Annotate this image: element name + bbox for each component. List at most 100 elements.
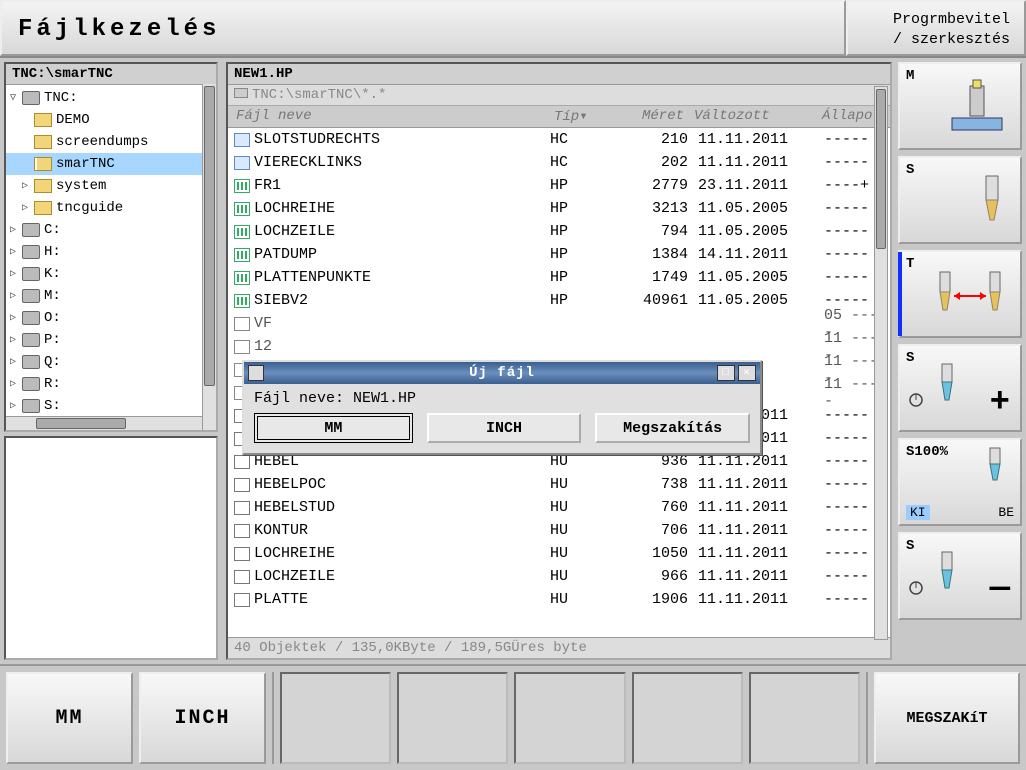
column-headers[interactable]: Fájl neve Típ▾ Méret Változott Állapo (228, 106, 890, 128)
tree-item[interactable]: screendumps (6, 131, 216, 153)
file-row[interactable]: LOCHZEILEHU96611.11.2011----- (228, 565, 890, 588)
tree-item[interactable]: smarTNC (6, 153, 216, 175)
tree-toggle-icon[interactable]: ▷ (10, 290, 22, 302)
file-type: HP (550, 292, 610, 309)
tree-toggle-icon[interactable]: ▷ (10, 246, 22, 258)
file-name: LOCHREIHE (254, 200, 550, 217)
tree-item[interactable]: ▷tncguide (6, 197, 216, 219)
file-size: 706 (610, 522, 688, 539)
file-row[interactable]: HEBELPOCHU73811.11.2011----- (228, 473, 890, 496)
file-size: 760 (610, 499, 688, 516)
file-name: VIERECKLINKS (254, 154, 550, 171)
tree-toggle-icon[interactable]: ▷ (10, 378, 22, 390)
file-row[interactable]: 1211 ----- (228, 335, 890, 358)
file-type-icon (234, 501, 250, 515)
file-row[interactable]: LOCHREIHEHU105011.11.2011----- (228, 542, 890, 565)
spindle-s-button[interactable]: S (898, 156, 1022, 244)
tree-item[interactable]: ▷S: (6, 395, 216, 417)
file-type-icon (234, 455, 250, 469)
file-row[interactable]: LOCHZEILEHP79411.05.2005----- (228, 220, 890, 243)
tree-item[interactable]: ▽TNC: (6, 87, 216, 109)
spindle-minus-button[interactable]: S — (898, 532, 1022, 620)
col-name[interactable]: Fájl neve (228, 106, 550, 127)
dialog-inch-button[interactable]: INCH (427, 413, 582, 443)
file-type: HP (550, 223, 610, 240)
page-title: Fájlkezelés (0, 0, 846, 56)
spindle-plus-button[interactable]: S + (898, 344, 1022, 432)
tree-item-label: R: (44, 376, 61, 392)
drive-icon (22, 289, 40, 303)
tree-item[interactable]: ▷ R: (6, 373, 216, 395)
tree-toggle-icon[interactable]: ▷ (10, 312, 22, 324)
file-date: 11.11.2011 (688, 154, 818, 171)
tree-toggle-icon[interactable]: ▷ (22, 180, 34, 192)
tree-toggle-icon[interactable]: ▷ (10, 356, 22, 368)
tree-item-label: H: (44, 244, 61, 260)
tree-toggle-icon[interactable]: ▷ (22, 202, 34, 214)
tree-scrollbar-vertical[interactable] (202, 84, 216, 430)
file-type: HC (550, 131, 610, 148)
file-date: 11.11.2011 (688, 568, 818, 585)
tree-item[interactable]: ▷Q: (6, 351, 216, 373)
dialog-close-button[interactable]: ✕ (738, 365, 756, 381)
path-filter[interactable]: TNC:\smarTNC\*.* (228, 85, 890, 106)
file-type: HU (550, 591, 610, 608)
spindle-100-button[interactable]: S100% KI BE (898, 438, 1022, 526)
softkey-empty-1 (280, 672, 391, 764)
softkey-empty-3 (514, 672, 625, 764)
dialog-cancel-button[interactable]: Megszakítás (595, 413, 750, 443)
file-row[interactable]: PLATTENPUNKTEHP174911.05.2005----- (228, 266, 890, 289)
tree-item-label: DEMO (56, 112, 90, 128)
machine-m-button[interactable]: M (898, 62, 1022, 150)
tree-item[interactable]: DEMO (6, 109, 216, 131)
tree-item[interactable]: ▷O: (6, 307, 216, 329)
file-name: FR1 (254, 177, 550, 194)
tree-scrollbar-horizontal[interactable] (6, 416, 202, 430)
file-size: 3213 (610, 200, 688, 217)
file-row[interactable]: PATDUMPHP138414.11.2011----- (228, 243, 890, 266)
dialog-mm-button[interactable]: MM (254, 413, 413, 443)
label-be: BE (998, 505, 1014, 520)
file-row[interactable]: PLATTEHU190611.11.2011----- (228, 588, 890, 611)
softkey-cancel[interactable]: MEGSZAKíT (874, 672, 1020, 764)
tree-toggle-icon[interactable]: ▽ (10, 92, 22, 104)
tree-item[interactable]: ▷M: (6, 285, 216, 307)
tree-item[interactable]: ▷K: (6, 263, 216, 285)
file-row[interactable]: VIERECKLINKSHC20211.11.2011----- (228, 151, 890, 174)
file-name: PLATTENPUNKTE (254, 269, 550, 286)
file-row[interactable]: HEBELSTUDHU76011.11.2011----- (228, 496, 890, 519)
tree-toggle-icon[interactable]: ▷ (10, 400, 22, 412)
file-row[interactable]: KONTURHU70611.11.2011----- (228, 519, 890, 542)
tree-item[interactable]: ▷system (6, 175, 216, 197)
file-scrollbar-vertical[interactable] (874, 86, 888, 640)
tree-item[interactable]: ▷ H: (6, 241, 216, 263)
file-name: 12 (254, 338, 550, 355)
file-name: KONTUR (254, 522, 550, 539)
tool-t-button[interactable]: T (898, 250, 1022, 338)
col-type[interactable]: Típ▾ (550, 106, 610, 127)
knob-icon (908, 392, 924, 408)
softkey-inch[interactable]: INCH (139, 672, 266, 764)
tree-item[interactable]: ▷C: (6, 219, 216, 241)
file-row[interactable]: SIEBV2HP4096111.05.2005----- (228, 289, 890, 312)
folder-icon (34, 179, 52, 193)
file-row[interactable]: FR1HP277923.11.2011----+ (228, 174, 890, 197)
file-row[interactable]: VF05 ----- (228, 312, 890, 335)
dialog-titlebar[interactable]: Új fájl □ ✕ (244, 362, 760, 384)
col-size[interactable]: Méret (610, 106, 688, 127)
col-date[interactable]: Változott (688, 106, 818, 127)
file-name: HEBELSTUD (254, 499, 550, 516)
file-row[interactable]: LOCHREIHEHP321311.05.2005----- (228, 197, 890, 220)
dialog-maximize-button[interactable]: □ (717, 365, 735, 381)
file-name: HEBELPOC (254, 476, 550, 493)
file-row[interactable]: SLOTSTUDRECHTSHC21011.11.2011----- (228, 128, 890, 151)
machine-icon (942, 78, 1012, 138)
tree-item[interactable]: ▷P: (6, 329, 216, 351)
tree-toggle-icon[interactable]: ▷ (10, 334, 22, 346)
tree-toggle-icon[interactable]: ▷ (10, 224, 22, 236)
mode-line-1: Progrmbevitel (862, 10, 1010, 30)
dialog-filename-label: Fájl neve: (254, 390, 353, 407)
label-ki: KI (906, 505, 930, 520)
tree-toggle-icon[interactable]: ▷ (10, 268, 22, 280)
softkey-mm[interactable]: MM (6, 672, 133, 764)
